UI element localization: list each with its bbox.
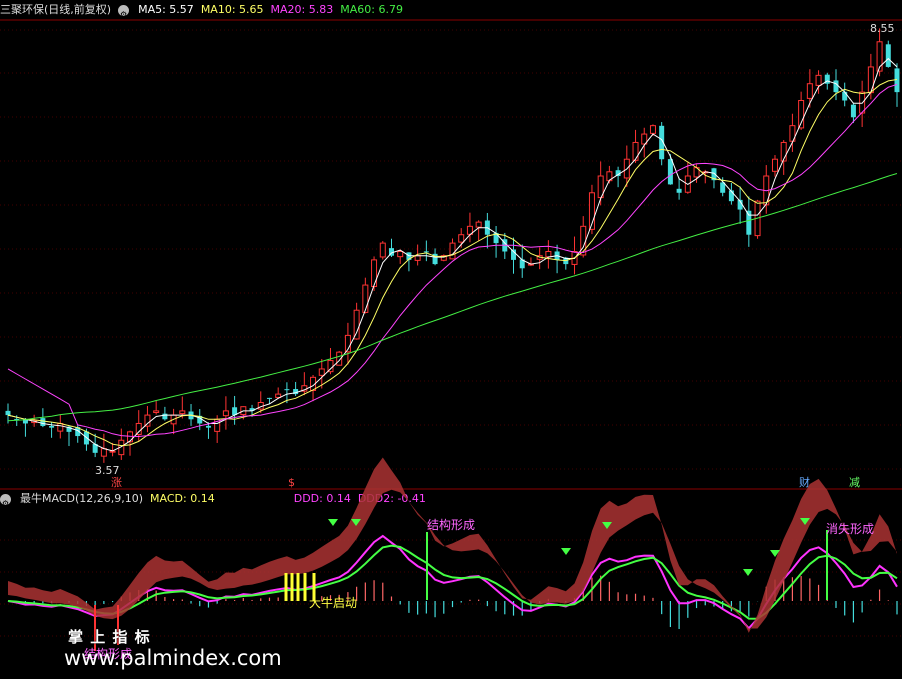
annotation-vanish-formed: 消失形成 [826,521,874,536]
candle-body [362,284,369,313]
signal-triangle [743,569,753,576]
candle-body [806,83,813,99]
candle-body [144,414,151,427]
candle-body [179,410,186,415]
candle-body [153,410,160,413]
annotation-bull-start: 大牛启动 [309,595,357,610]
candle-body [771,158,778,172]
candle-body [850,104,856,118]
candle-body [100,448,107,457]
marker-jian: 减 [849,476,860,489]
moving-average-lines [7,57,898,452]
candle-body [842,91,848,101]
candle-body [632,141,639,161]
candle-body [833,80,839,93]
candle-body [667,159,673,185]
candle-body [676,188,682,193]
candle-body [815,74,822,86]
candle-body [57,422,64,432]
candle-body [353,309,360,340]
ma20-line [7,83,898,438]
candle-body [449,242,456,260]
marker-cai: 财 [799,475,810,489]
candle-body [458,234,465,243]
candle-body [371,259,378,288]
candle-body [40,418,46,426]
candle-body [475,221,482,228]
candle-body [135,422,142,435]
marker-zhang: 涨 [111,476,122,489]
candle-body [545,251,552,258]
candle-body [162,413,168,420]
stock-chart-canvas[interactable]: 8.55 3.57 涨 $ 财 减 结构形成 消失形成 大牛启动 结构形成 [0,0,902,679]
watermark-url: www.palmindex.com [64,646,282,670]
candle-body [423,251,429,253]
ma60-line [7,173,898,422]
ma10-line [7,79,898,447]
candle-body [284,389,290,391]
candle-body [205,425,211,428]
candle-body [867,66,874,94]
annotation-structure-formed: 结构形成 [427,517,475,532]
candlestick-series [5,28,900,463]
candle-body [414,255,421,261]
high-price-label: 8.55 [870,22,895,35]
candle-body [318,368,325,376]
candle-body [379,242,386,258]
watermark-cn: 掌 上 指 标 [68,628,151,646]
macd-panel [7,457,898,651]
candle-body [649,125,656,134]
signal-triangle [561,548,571,555]
candle-body [397,251,404,258]
candle-body [5,410,11,416]
candle-body [885,44,891,67]
marker-dollar: $ [288,476,295,489]
candle-body [266,397,272,399]
signal-triangle [328,519,338,526]
candle-body [49,426,55,428]
candle-body [222,410,229,417]
